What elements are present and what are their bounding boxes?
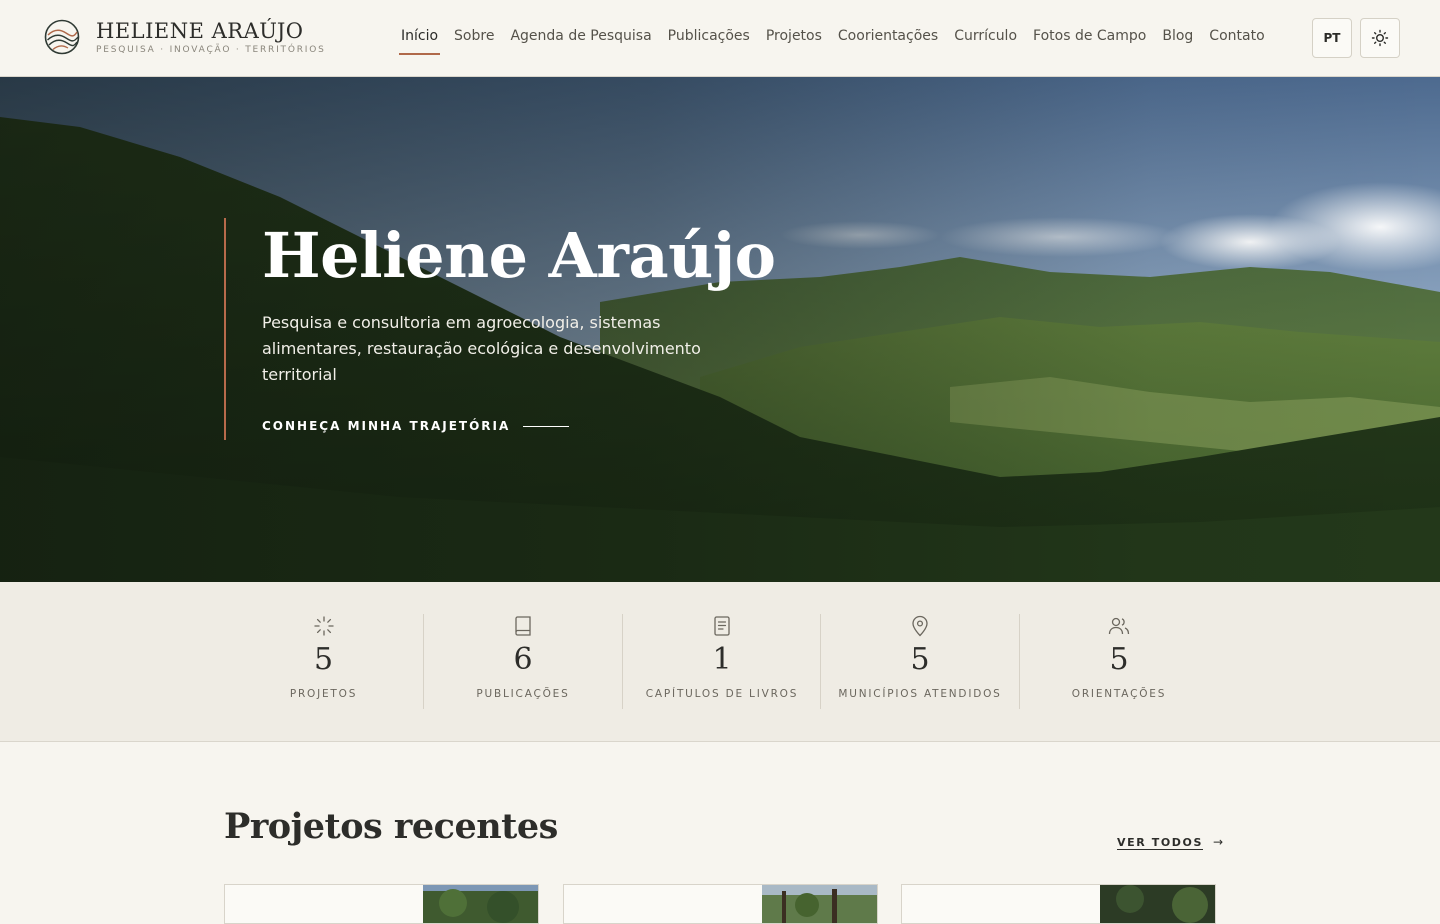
- stat-value: 5: [910, 642, 930, 677]
- project-card-image: [762, 885, 877, 923]
- stat-publicacoes: 6 PUBLICAÇÕES: [423, 614, 622, 709]
- nav-item-coorientacoes[interactable]: Coorientações: [838, 28, 938, 44]
- main-nav: Início Sobre Agenda de Pesquisa Publicaç…: [398, 28, 1281, 55]
- stat-projetos: 5 PROJETOS: [224, 614, 423, 709]
- brand-name: HELIENE ARAÚJO: [96, 19, 304, 43]
- stat-value: 5: [1109, 642, 1129, 677]
- nav-item-sobre[interactable]: Sobre: [454, 28, 494, 44]
- nav-item-publicacoes[interactable]: Publicações: [668, 28, 750, 44]
- hero-subtitle: Pesquisa e consultoria em agroecologia, …: [262, 313, 701, 384]
- stat-label: ORIENTAÇÕES: [1071, 688, 1167, 700]
- stat-value: 1: [712, 642, 732, 677]
- stat-municipios: 5 MUNICÍPIOS ATENDIDOS: [820, 614, 1019, 709]
- view-all-projects-link[interactable]: VER TODOS →: [1117, 835, 1223, 849]
- stat-label: CAPÍTULOS DE LIVROS: [645, 688, 799, 700]
- nav-item-curriculo[interactable]: Currículo: [954, 28, 1017, 44]
- users-icon: [1108, 617, 1130, 635]
- stat-label: PUBLICAÇÕES: [476, 688, 570, 700]
- arrow-right-icon: →: [1213, 835, 1224, 849]
- nav-item-fotos-de-campo[interactable]: Fotos de Campo: [1033, 28, 1146, 44]
- stat-value: 5: [313, 642, 334, 677]
- map-pin-icon: [912, 615, 928, 637]
- theme-toggle-button[interactable]: [1360, 18, 1400, 58]
- stats-section: 5 PROJETOS 6 PUBLICAÇÕES 1 CAPÍTULOS DE …: [0, 582, 1440, 742]
- stat-label: MUNICÍPIOS ATENDIDOS: [838, 688, 1002, 700]
- hero-cta-label: CONHEÇA MINHA TRAJETÓRIA: [262, 419, 511, 433]
- nav-item-blog[interactable]: Blog: [1162, 28, 1193, 44]
- view-all-label: VER TODOS: [1117, 835, 1203, 849]
- logo-icon: [44, 19, 80, 55]
- project-card-image: [423, 885, 538, 923]
- document-icon: [714, 616, 730, 636]
- hero-cta-line: [523, 425, 570, 427]
- project-card[interactable]: [224, 884, 539, 924]
- nav-item-inicio[interactable]: Início: [398, 28, 441, 55]
- nav-item-projetos[interactable]: Projetos: [766, 28, 822, 44]
- stat-value: 6: [513, 642, 533, 677]
- project-card-image: [1100, 885, 1215, 923]
- language-button[interactable]: PT: [1312, 18, 1352, 58]
- project-card[interactable]: [563, 884, 878, 924]
- book-icon: [515, 616, 531, 636]
- hero-cta-link[interactable]: CONHEÇA MINHA TRAJETÓRIA: [262, 419, 570, 433]
- nav-item-agenda-de-pesquisa[interactable]: Agenda de Pesquisa: [510, 28, 651, 44]
- projects-section-title: Projetos recentes: [224, 806, 558, 847]
- nav-item-contato[interactable]: Contato: [1209, 28, 1264, 44]
- sparkle-icon: [313, 616, 334, 636]
- hero-accent-rule: [224, 218, 226, 440]
- site-header: HELIENE ARAÚJO PESQUISA · INOVAÇÃO · TER…: [0, 0, 1440, 77]
- project-card[interactable]: [901, 884, 1216, 924]
- logo-link[interactable]: HELIENE ARAÚJO PESQUISA · INOVAÇÃO · TER…: [44, 19, 326, 55]
- stat-orientacoes: 5 ORIENTAÇÕES: [1019, 614, 1218, 709]
- stat-label: PROJETOS: [289, 688, 358, 700]
- hero-section: Heliene Araújo Pesquisa e consultoria em…: [0, 77, 1440, 582]
- sun-icon: [1371, 29, 1389, 47]
- brand-tagline: PESQUISA · INOVAÇÃO · TERRITÓRIOS: [96, 45, 326, 55]
- hero-title: Heliene Araújo: [262, 219, 776, 292]
- stat-capitulos: 1 CAPÍTULOS DE LIVROS: [622, 614, 821, 709]
